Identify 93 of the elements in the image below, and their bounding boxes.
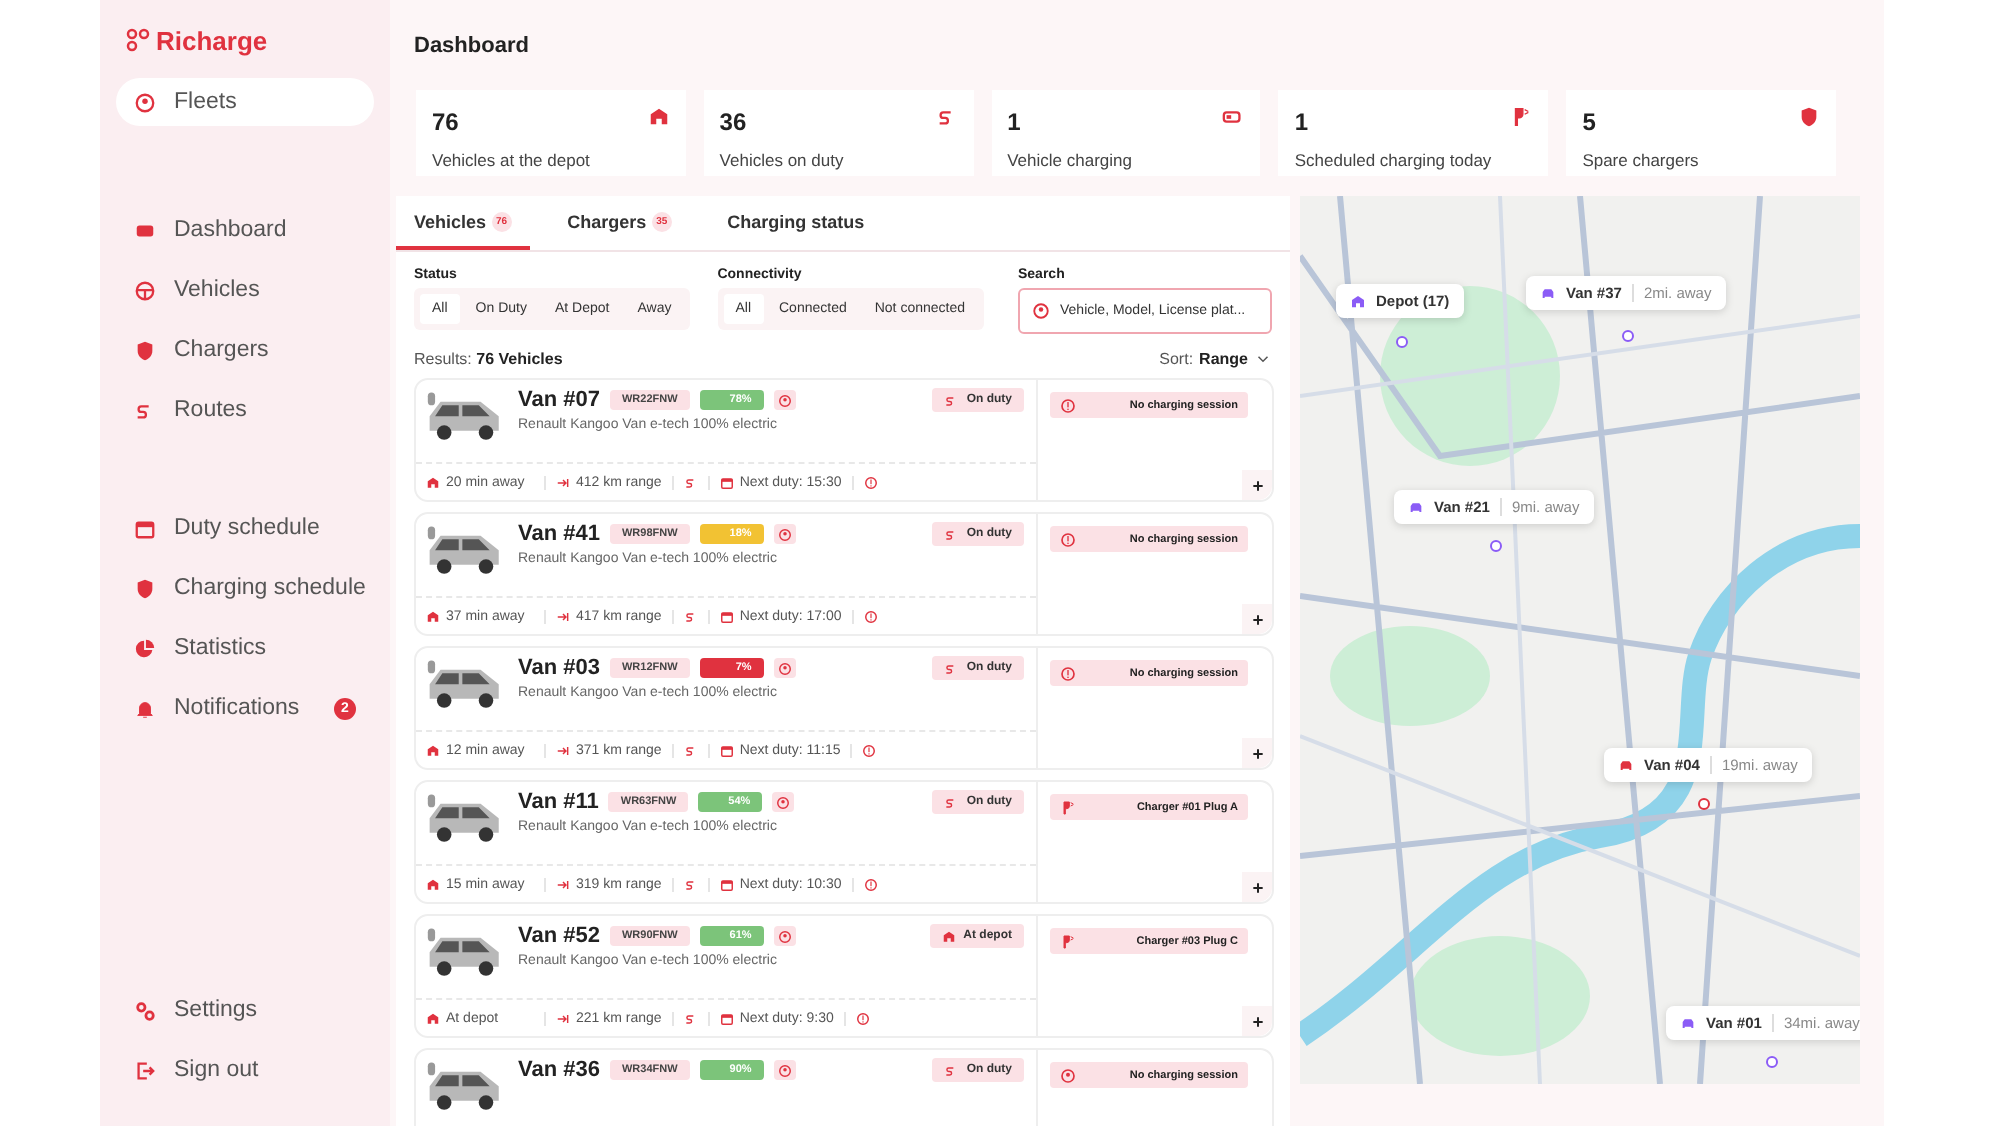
garage-icon: [426, 1011, 440, 1025]
sign-out-icon: [134, 1059, 156, 1081]
nav-item[interactable]: Statistics: [116, 624, 374, 672]
sort-dropdown[interactable]: Sort: Range: [1159, 350, 1272, 368]
stat-value: 36: [719, 108, 747, 136]
add-button[interactable]: [1242, 738, 1272, 768]
route-icon: [944, 1063, 959, 1077]
stat-value: 5: [1582, 108, 1596, 136]
brand-logo: Richarge: [116, 22, 374, 58]
garage-icon: [647, 106, 670, 128]
page-title: Dashboard: [414, 34, 531, 62]
shield-icon: [134, 577, 156, 599]
van-icon: [1408, 499, 1424, 515]
alert-icon: [1060, 665, 1076, 681]
garage-icon: [941, 929, 956, 943]
nav-item[interactable]: Chargers: [116, 326, 374, 374]
battery-icon: [1222, 106, 1245, 128]
route-icon: [683, 877, 698, 891]
garage-icon: [426, 743, 440, 757]
stat-value: 76: [432, 108, 459, 136]
route-icon: [944, 661, 959, 675]
tab[interactable]: Charging status: [709, 196, 883, 250]
info-icon: [863, 475, 878, 489]
calendar-icon: [719, 475, 734, 489]
info-icon: [862, 743, 877, 757]
add-button[interactable]: [1242, 470, 1272, 500]
garage-icon: [426, 475, 440, 489]
range-icon: [556, 1011, 570, 1025]
nav-item[interactable]: Vehicles: [116, 266, 374, 314]
van-icon: [1680, 1015, 1696, 1031]
route-icon: [944, 527, 959, 541]
stat-label: Vehicles at the depot: [432, 150, 592, 170]
route-icon: [683, 609, 698, 623]
vehicle-name: Van #03: [518, 656, 600, 680]
alert-icon: [1060, 397, 1076, 413]
add-button[interactable]: [1242, 604, 1272, 634]
plus-icon: [1249, 1013, 1265, 1029]
alert-icon: [1060, 531, 1076, 547]
logo-icon: [126, 28, 150, 52]
settings-icon: [134, 999, 156, 1021]
calendar-icon: [719, 1011, 734, 1025]
nav-item[interactable]: Charging schedule: [116, 564, 374, 612]
garage-icon: [1350, 293, 1366, 309]
range-icon: [556, 743, 570, 757]
bell-icon: [134, 697, 156, 719]
stat-label: Vehicles on duty: [719, 150, 846, 170]
info-icon: [855, 1011, 870, 1025]
stat-value: 1: [1007, 108, 1021, 136]
route-icon: [944, 393, 959, 407]
route-icon: [944, 795, 959, 809]
route-icon: [683, 743, 698, 757]
pie-chart-icon: [134, 637, 156, 659]
vehicle-name: Van #36: [518, 1058, 600, 1082]
user-icon: [134, 91, 156, 113]
vehicle-name: Van #07: [518, 388, 600, 412]
range-icon: [556, 877, 570, 891]
garage-icon: [426, 877, 440, 891]
garage-icon: [426, 609, 440, 623]
vehicle-name: Van #11: [518, 790, 599, 814]
calendar-icon: [134, 517, 156, 539]
van-icon: [1540, 285, 1556, 301]
stat-label: Scheduled charging today: [1294, 150, 1494, 170]
calendar-icon: [719, 743, 734, 757]
nav-item[interactable]: Settings: [116, 986, 374, 1034]
range-icon: [556, 475, 570, 489]
add-button[interactable]: [1242, 872, 1272, 902]
stat-label: Spare chargers: [1582, 150, 1701, 170]
route-icon: [683, 475, 698, 489]
info-icon: [863, 877, 878, 891]
plus-icon: [1249, 879, 1265, 895]
plus-icon: [1249, 611, 1265, 627]
vehicle-name: Van #52: [518, 924, 600, 948]
nav-item[interactable]: Fleets: [116, 78, 374, 126]
calendar-icon: [719, 877, 734, 891]
stat-label: Vehicle charging: [1007, 150, 1134, 170]
nav-item[interactable]: Dashboard: [116, 206, 374, 254]
nav-item[interactable]: Sign out: [116, 1046, 374, 1094]
add-button[interactable]: [1242, 1006, 1272, 1036]
calendar-icon: [719, 609, 734, 623]
shield-icon: [1797, 106, 1820, 128]
results-count: Results: 76 Vehicles: [414, 350, 563, 368]
plus-icon: [1249, 477, 1265, 493]
van-icon: [1618, 757, 1634, 773]
range-icon: [556, 609, 570, 623]
nav-item[interactable]: Routes: [116, 386, 374, 434]
steering-wheel-icon: [134, 279, 156, 301]
shield-icon: [134, 339, 156, 361]
nav-item[interactable]: Duty schedule: [116, 504, 374, 552]
route-icon: [683, 1011, 698, 1025]
plus-icon: [1249, 745, 1265, 761]
info-icon: [863, 609, 878, 623]
stat-value: 1: [1294, 108, 1309, 136]
vehicle-name: Van #41: [518, 522, 600, 546]
